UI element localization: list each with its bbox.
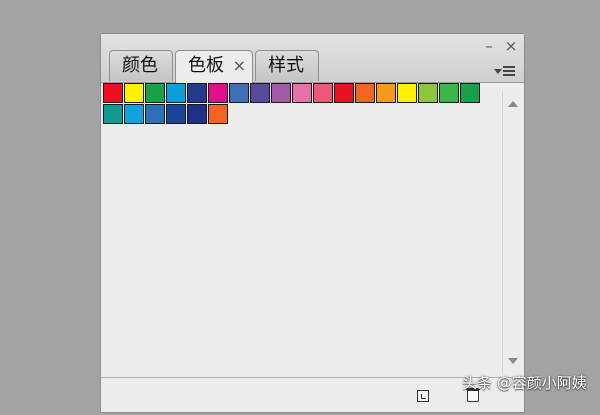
vertical-scrollbar[interactable] [502,92,523,374]
minimize-icon[interactable]: – [481,38,497,54]
color-swatch[interactable] [397,83,417,103]
color-swatch[interactable] [208,104,228,124]
color-swatch[interactable] [166,104,186,124]
color-swatch[interactable] [250,83,270,103]
menu-lines-icon [503,66,515,76]
color-swatch[interactable] [187,83,207,103]
panel-bottom-bar [101,377,524,415]
color-swatch[interactable] [292,83,312,103]
color-swatch[interactable] [271,83,291,103]
close-icon[interactable]: × [503,38,519,54]
color-swatch[interactable] [376,83,396,103]
color-swatch[interactable] [313,83,333,103]
color-swatch[interactable] [103,83,123,103]
new-swatch-icon[interactable] [417,390,429,402]
tab-label: 样式 [268,55,304,76]
tab-label: 色板 [188,55,224,76]
scroll-down-arrow-icon[interactable] [508,358,518,364]
color-swatch[interactable] [145,104,165,124]
color-swatch[interactable] [124,83,144,103]
tab-label: 颜色 [122,55,158,76]
color-swatch[interactable] [166,83,186,103]
color-swatch[interactable] [418,83,438,103]
color-swatch[interactable] [145,83,165,103]
chevron-down-icon [494,69,502,74]
swatches-panel: – × 颜色 色板 × 样式 [100,33,525,413]
color-swatch[interactable] [187,104,207,124]
color-swatch[interactable] [208,83,228,103]
panel-menu-icon[interactable] [492,64,518,78]
color-swatch[interactable] [334,83,354,103]
tab-styles[interactable]: 样式 [255,50,319,81]
panel-titlebar[interactable]: – × 颜色 色板 × 样式 [101,34,524,83]
color-swatch[interactable] [355,83,375,103]
tab-close-icon[interactable]: × [233,51,246,81]
color-swatch[interactable] [124,104,144,124]
color-swatch[interactable] [460,83,480,103]
color-swatch[interactable] [229,83,249,103]
scroll-up-arrow-icon[interactable] [508,101,518,107]
color-swatch[interactable] [103,104,123,124]
tab-swatches[interactable]: 色板 × [175,50,253,83]
tab-color[interactable]: 颜色 [109,50,173,81]
color-swatch[interactable] [439,83,459,103]
watermark-text: 头条 @容颜小阿姨 [462,374,587,392]
